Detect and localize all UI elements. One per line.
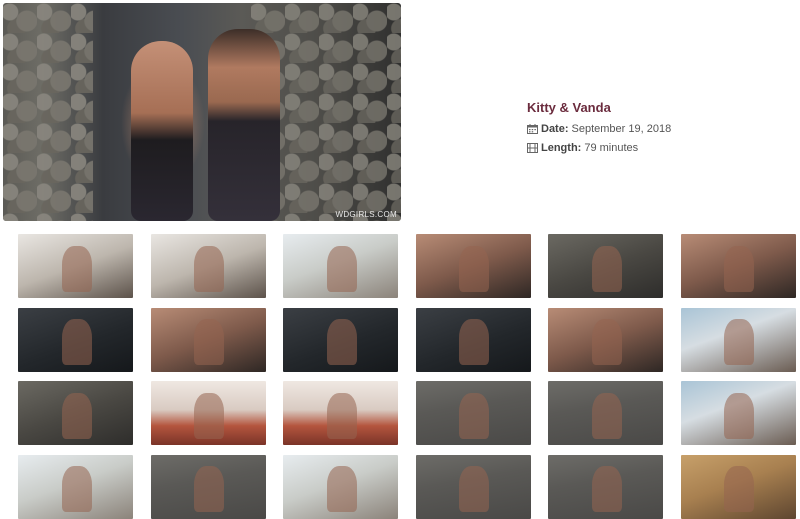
gallery-thumbnail[interactable] [548, 454, 663, 519]
watermark: WDGIRLS.COM [335, 210, 397, 219]
gallery-thumbnail[interactable] [680, 307, 796, 372]
gallery-thumbnail[interactable] [680, 454, 796, 519]
gallery-thumbnail[interactable] [18, 307, 133, 372]
date-label: Date: [541, 122, 569, 135]
stone-wall-left [3, 3, 93, 221]
scene-length: Length: 79 minutes [527, 140, 671, 155]
gallery-thumbnail[interactable] [415, 381, 531, 445]
gallery-thumbnail[interactable] [548, 381, 663, 445]
screenshot-gallery [18, 234, 796, 519]
scene-date: Date: September 19, 2018 [527, 121, 671, 136]
gallery-thumbnail[interactable] [680, 381, 796, 445]
gallery-thumbnail[interactable] [150, 454, 266, 519]
scene-cover-image[interactable]: WDGIRLS.COM [3, 3, 401, 221]
calendar-icon [527, 123, 538, 134]
gallery-thumbnail[interactable] [415, 307, 531, 372]
gallery-thumbnail[interactable] [18, 454, 133, 519]
gallery-thumbnail[interactable] [18, 381, 133, 445]
model-figure [208, 29, 280, 221]
gallery-thumbnail[interactable] [18, 234, 133, 298]
date-value: September 19, 2018 [571, 122, 672, 135]
gallery-thumbnail[interactable] [548, 307, 663, 372]
gallery-thumbnail[interactable] [150, 234, 266, 298]
gallery-thumbnail[interactable] [283, 454, 398, 519]
gallery-thumbnail[interactable] [283, 234, 398, 298]
gallery-thumbnail[interactable] [283, 381, 398, 445]
scene-info: Kitty & Vanda Date: September 19, 2018 L… [527, 100, 671, 155]
gallery-thumbnail[interactable] [150, 307, 266, 372]
gallery-thumbnail[interactable] [283, 307, 398, 372]
length-value: 79 minutes [584, 141, 639, 154]
gallery-thumbnail[interactable] [415, 454, 531, 519]
scene-title[interactable]: Kitty & Vanda [527, 100, 671, 115]
gallery-thumbnail[interactable] [548, 234, 663, 298]
gallery-thumbnail[interactable] [680, 234, 796, 298]
gallery-thumbnail[interactable] [150, 381, 266, 445]
length-label: Length: [541, 141, 582, 154]
film-icon [527, 142, 538, 153]
model-figure [131, 41, 193, 221]
gallery-thumbnail[interactable] [415, 234, 531, 298]
